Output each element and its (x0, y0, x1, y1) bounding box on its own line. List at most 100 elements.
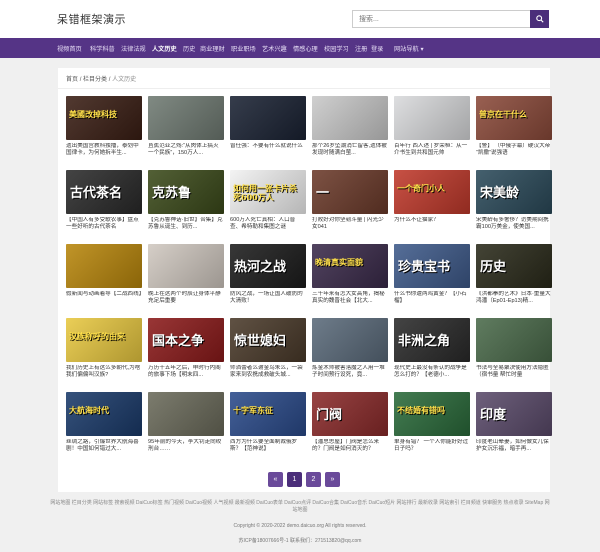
video-title[interactable]: 万历十五年之后，申时行内阁的旅事下场【明末四... (148, 365, 224, 380)
video-thumbnail[interactable]: 美國改掉科技 (66, 96, 142, 140)
video-card[interactable]: 如何用一张卡片杀死600万人 600万人死亡真相：人口普查、希特勒和集图之谜 (230, 170, 306, 232)
video-title[interactable]: 三千年来有怎大女高角，揭秘真实的魏晋社会【北大... (312, 291, 388, 306)
video-title[interactable]: 我们历史上有这么多朝代,为啥我们偏偏叫汉族? (66, 365, 142, 380)
nav-item[interactable]: 校园学习 (324, 44, 349, 53)
video-title[interactable]: 《洪都拳的艺术》日本·重量大鸿潘（Ep01-Ep13)精... (476, 291, 552, 306)
video-title[interactable]: 那个26岁坠湖消亡留客,遗体被发现时随满白萤... (312, 143, 388, 158)
video-title[interactable]: 苴蕉范亚之殇:“从肉体上搞灭一个民族”，150万人... (148, 143, 224, 158)
icp-text[interactable]: 苏ICP备18007666号-1 联系我们：271513820@qq.com (0, 537, 600, 544)
video-thumbnail[interactable]: 大航海时代 (66, 392, 142, 436)
video-title[interactable]: 假新闻与动画着导【二战西线】 (66, 291, 142, 306)
video-card[interactable]: 一打败好对你坚韧斗量 | 闪光少女041 (312, 170, 388, 232)
video-title[interactable]: 书法与全易聚决使用方法隐匿（宿书量 帮忙时量 (476, 365, 552, 380)
video-thumbnail[interactable]: 如何用一张卡片杀死600万人 (230, 170, 306, 214)
nav-item[interactable]: 登录 (371, 44, 383, 53)
nav-item[interactable]: 注册 (355, 44, 367, 53)
video-title[interactable]: 为什么不让猫家？ (394, 217, 470, 232)
video-thumbnail[interactable] (148, 392, 224, 436)
video-card[interactable]: 印度印度老山晕妻，如何做女儿保护女沉乐福，暗手再... (476, 392, 552, 454)
video-card[interactable]: 百年行 西人述 | 罗荣桓：从一介书生到共和国元帅 (394, 96, 470, 158)
video-card[interactable]: 热河之战 防风之战，一场让国人破防的大清败！ (230, 244, 306, 306)
video-title[interactable]: 晚上在这两个时辰让身体平静充足后重要 (148, 291, 224, 306)
nav-item[interactable]: 网站导航 ▾ (394, 44, 424, 53)
video-card[interactable]: 曾仕强：不要有什么就说什么 (230, 96, 306, 158)
video-thumbnail[interactable]: 汉族称呼的由来 (66, 318, 142, 362)
video-card[interactable]: 普京在干什么【警】 （中俄字幕）硬汉大帝 “凯撒”说强语 (476, 96, 552, 158)
video-card[interactable]: 苴蕉范亚之殇:“从肉体上搞灭一个民族”，150万人... (148, 96, 224, 158)
nav-item[interactable]: 情感心理 (293, 44, 318, 53)
video-card[interactable]: 假新闻与动画着导【二战西线】 (66, 244, 142, 306)
footer-links[interactable]: 网站地图 栏目分类 网站标签 搜索视频 DaiCuo标签 热门视频 DaiCuo… (50, 500, 550, 514)
video-card[interactable]: 十字军东征 西方为什么要全面制裁俄罗斯？【范神说】 (230, 392, 306, 454)
video-thumbnail[interactable]: 不结婚有错吗 (394, 392, 470, 436)
video-title[interactable]: 【克苏鲁神话·旧世】合集】克苏鲁从诞生、到历... (148, 217, 224, 232)
video-thumbnail[interactable]: 普京在干什么 (476, 96, 552, 140)
video-thumbnail[interactable]: 一 (312, 170, 388, 214)
video-thumbnail[interactable]: 古代茶名 (66, 170, 142, 214)
nav-item[interactable]: 商业理财 (200, 44, 225, 53)
video-card[interactable]: 珍贵宝书什么书你遭两鸡黄金？【小石榴】 (394, 244, 470, 306)
video-card[interactable]: 历史《洪都拳的艺术》日本·重量大鸿潘（Ep01-Ep13)精... (476, 244, 552, 306)
video-title[interactable]: 宋美龄有多奢侈？访美期间携霸100万美金，使美国... (476, 217, 552, 232)
page-2-button[interactable]: 2 (306, 472, 321, 487)
video-thumbnail[interactable] (312, 318, 388, 362)
breadcrumb-category[interactable]: 栏目分类 (83, 77, 107, 83)
video-thumbnail[interactable] (476, 318, 552, 362)
video-title[interactable]: 【警】 （中俄字幕）硬汉大帝 “凯撒”说强语 (476, 143, 552, 158)
video-card[interactable]: 汉族称呼的由来我们历史上有这么多朝代,为啥我们偏偏叫汉族? (66, 318, 142, 380)
video-card[interactable]: 克苏鲁 【克苏鲁神话·旧世】合集】克苏鲁从诞生、到历... (148, 170, 224, 232)
video-title[interactable]: 丝绸之路，引爆世界大航海喜剧！中国如何错过大... (66, 439, 142, 454)
video-card[interactable]: 那个26岁坠湖消亡留客,遗体被发现时随满白萤... (312, 96, 388, 158)
nav-item[interactable]: 职业职场 (231, 44, 256, 53)
video-thumbnail[interactable]: 惊世媳妇 (230, 318, 306, 362)
nav-item[interactable]: 艺术兴趣 (262, 44, 287, 53)
video-title[interactable]: 曾仕强：不要有什么就说什么 (230, 143, 306, 158)
video-title[interactable]: 【中国人有多受歌农事】盘点一些好听的古代茶名 (66, 217, 142, 232)
video-thumbnail[interactable] (394, 96, 470, 140)
breadcrumb-home[interactable]: 首页 (66, 77, 78, 83)
video-thumbnail[interactable]: 印度 (476, 392, 552, 436)
video-thumbnail[interactable] (148, 244, 224, 288)
video-card[interactable]: 惊世媳妇师洒蕾者么谢金鸟朱么，一袋家来到农携成救破头城... (230, 318, 306, 380)
video-title[interactable]: 什么书你遭两鸡黄金？【小石榴】 (394, 291, 470, 306)
video-card[interactable]: 晚清真实面貌三千年来有怎大女高角，揭秘真实的魏晋社会【北大... (312, 244, 388, 306)
video-title[interactable]: 印度老山晕妻，如何做女儿保护女沉乐福，暗手再... (476, 439, 552, 454)
video-title[interactable]: 【潘思思屋】门阀是怎么来的？门阀是如何消灭的？ (312, 439, 388, 454)
video-thumbnail[interactable]: 一个奇门小人 (394, 170, 470, 214)
video-title[interactable]: 现代史上最没有条认的战争是怎么打的？【老德小... (394, 365, 470, 380)
video-thumbnail[interactable]: 非洲之角 (394, 318, 470, 362)
video-thumbnail[interactable]: 历史 (476, 244, 552, 288)
video-title[interactable]: 打败好对你坚韧斗量 | 闪光少女041 (312, 217, 388, 232)
video-card[interactable]: 炼金术师被害落魔之人用一堆子时间预行设死，竟... (312, 318, 388, 380)
video-title[interactable]: 师洒蕾者么谢金鸟朱么，一袋家来到农携成救破头城... (230, 365, 306, 380)
nav-item[interactable]: 科学科普 (90, 44, 115, 53)
video-card[interactable]: 晚上在这两个时辰让身体平静充足后重要 (148, 244, 224, 306)
video-thumbnail[interactable]: 十字军东征 (230, 392, 306, 436)
nav-item[interactable]: 法律法规 (121, 44, 146, 53)
next-page-button[interactable]: » (325, 472, 340, 487)
video-title[interactable]: 单身有错？ 一个人你能好好过日子吗？ (394, 439, 470, 454)
video-card[interactable]: 古代茶名【中国人有多受歌农事】盘点一些好听的古代茶名 (66, 170, 142, 232)
video-title[interactable]: 炼金术师被害落魔之人用一堆子时间预行设死，竟... (312, 365, 388, 380)
video-card[interactable]: 一个奇门小人为什么不让猫家？ (394, 170, 470, 232)
search-input[interactable] (352, 10, 530, 28)
video-card[interactable]: 宋美龄 宋美龄有多奢侈？访美期间携霸100万美金，使美国... (476, 170, 552, 232)
video-card[interactable]: 95年前的今天，李大钊走向绞刑台…… (148, 392, 224, 454)
video-card[interactable]: 门阀 【潘思思屋】门阀是怎么来的？门阀是如何消灭的？ (312, 392, 388, 454)
video-title[interactable]: 600万人死亡真相：人口普查、希特勒和集图之谜 (230, 217, 306, 232)
nav-item[interactable]: 历史 (183, 44, 195, 53)
video-title[interactable]: 百年行 西人述 | 罗荣桓：从一介书生到共和国元帅 (394, 143, 470, 158)
prev-page-button[interactable]: « (268, 472, 283, 487)
nav-item[interactable]: 视频首页 (57, 44, 82, 53)
video-thumbnail[interactable]: 热河之战 (230, 244, 306, 288)
video-thumbnail[interactable]: 晚清真实面貌 (312, 244, 388, 288)
page-1-button[interactable]: 1 (287, 472, 302, 487)
video-card[interactable]: 非洲之角现代史上最没有条认的战争是怎么打的？【老德小... (394, 318, 470, 380)
search-button[interactable] (530, 10, 549, 28)
video-thumbnail[interactable]: 珍贵宝书 (394, 244, 470, 288)
site-logo[interactable]: 呆错框架演示 (57, 11, 126, 27)
video-card[interactable]: 不结婚有错吗单身有错？ 一个人你能好好过日子吗？ (394, 392, 470, 454)
video-thumbnail[interactable] (66, 244, 142, 288)
video-thumbnail[interactable]: 国本之争 (148, 318, 224, 362)
video-thumbnail[interactable] (148, 96, 224, 140)
